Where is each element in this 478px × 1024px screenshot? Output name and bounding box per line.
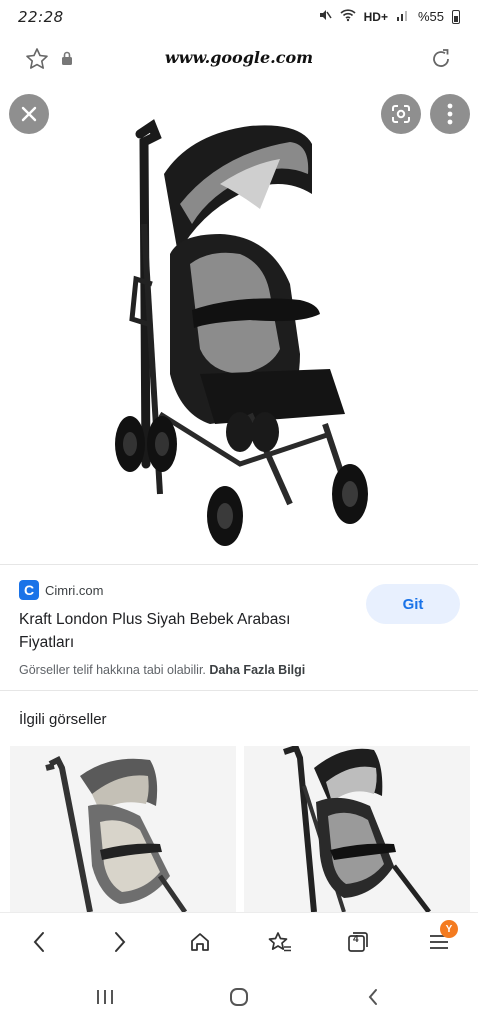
back-button[interactable] (24, 927, 54, 957)
status-time: 22:28 (18, 8, 64, 26)
related-image-1[interactable] (10, 746, 236, 912)
system-home-button[interactable] (226, 984, 252, 1010)
status-bar: 22:28 HD+ %55 (0, 0, 478, 34)
copyright-text: Görseller telif hakkına tabi olabilir. (19, 663, 206, 677)
home-button[interactable] (185, 927, 215, 957)
result-title[interactable]: Kraft London Plus Siyah Bebek Arabası Fi… (19, 608, 339, 654)
cimri-logo-icon: C (19, 580, 39, 600)
close-button[interactable] (9, 94, 49, 134)
source-name[interactable]: Cimri.com (45, 583, 104, 598)
signal-icon (396, 9, 410, 24)
more-button[interactable] (430, 94, 470, 134)
forward-button[interactable] (105, 927, 135, 957)
notification-badge: Y (440, 920, 458, 938)
recents-button[interactable] (92, 984, 118, 1010)
visit-button[interactable]: Git (366, 584, 460, 624)
home-circle-icon (230, 988, 248, 1006)
battery-icon (452, 9, 460, 24)
stroller-image (115, 119, 368, 546)
related-image-2[interactable] (244, 746, 470, 912)
back-icon (33, 932, 44, 952)
battery-level: %55 (417, 9, 444, 24)
tabs-button[interactable]: 4 (343, 927, 373, 957)
source-row[interactable]: C Cimri.com (19, 580, 104, 600)
more-vert-icon (447, 103, 453, 125)
status-icons: HD+ %55 (318, 8, 460, 25)
close-icon (21, 106, 37, 122)
forward-icon (115, 932, 126, 952)
copyright-notice: Görseller telif hakkına tabi olabilir. D… (19, 663, 305, 677)
network-type: HD+ (363, 9, 388, 24)
menu-button[interactable]: Y (424, 920, 458, 957)
system-back-icon (368, 989, 377, 1005)
stroller-thumbnail (45, 755, 188, 912)
wifi-icon (340, 8, 356, 25)
divider (0, 564, 478, 565)
browser-bottom-nav: 4 Y (0, 912, 478, 970)
mute-icon (318, 8, 332, 25)
more-info-link[interactable]: Daha Fazla Bilgi (209, 663, 305, 677)
lens-icon (392, 105, 410, 123)
divider (0, 690, 478, 691)
bookmark-star-icon (268, 932, 291, 952)
home-icon (191, 933, 209, 951)
system-nav-bar (0, 970, 478, 1024)
tab-count: 4 (353, 934, 359, 945)
address-bar[interactable]: www.google.com (0, 34, 478, 84)
system-back-button[interactable] (360, 984, 386, 1010)
bookmarks-button[interactable] (265, 927, 295, 957)
recents-icon (97, 990, 113, 1004)
image-preview[interactable] (0, 84, 478, 564)
stroller-thumbnail (283, 746, 431, 912)
url-text[interactable]: www.google.com (0, 48, 478, 67)
related-heading: İlgili görseller (19, 711, 107, 728)
reload-icon[interactable] (428, 46, 454, 72)
